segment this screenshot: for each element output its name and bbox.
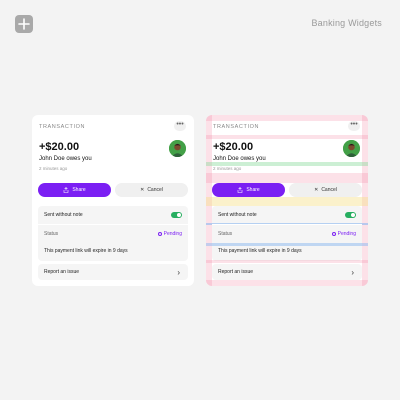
report-label: Report an issue <box>44 269 80 275</box>
report-section: Report an issue › <box>38 264 188 280</box>
status-badge: Pending <box>157 231 182 237</box>
cancel-label: Cancel <box>147 187 163 193</box>
transaction-card: TRANSACTION ••• +$20.00 John Doe owes yo… <box>32 115 194 286</box>
avatar <box>343 140 360 157</box>
card-label: TRANSACTION <box>213 124 260 130</box>
page-title: Banking Widgets <box>311 18 382 28</box>
cancel-label: Cancel <box>321 187 337 193</box>
description: John Doe owes you <box>39 156 92 162</box>
card-header: TRANSACTION ••• <box>38 115 188 139</box>
pending-icon <box>331 232 336 236</box>
report-section: Report an issue › <box>212 264 362 280</box>
report-label: Report an issue <box>218 269 254 275</box>
avatar <box>169 140 186 157</box>
share-icon <box>64 187 69 193</box>
card-label: TRANSACTION <box>39 124 86 130</box>
chevron-right-icon: › <box>351 268 354 277</box>
pending-icon <box>157 232 162 236</box>
transaction-card-overlay: TRANSACTION ••• +$20.00 John Doe owes yo… <box>206 115 368 286</box>
expiry-text: This payment link will expire in 9 days <box>44 248 128 254</box>
share-icon <box>238 187 243 193</box>
note-row: Sent without note <box>212 206 362 225</box>
report-row[interactable]: Report an issue › <box>38 264 188 280</box>
share-label: Share <box>246 187 260 193</box>
cancel-button[interactable]: ✕ Cancel <box>115 183 188 197</box>
status-badge: Pending <box>331 231 356 237</box>
overlay-padding-bottom <box>206 280 368 286</box>
status-row: Status Pending This payment link will ex… <box>212 225 362 261</box>
more-options-button[interactable]: ••• <box>348 121 360 131</box>
card-header: TRANSACTION ••• <box>212 115 362 139</box>
description: John Doe owes you <box>213 156 266 162</box>
share-button[interactable]: Share <box>38 183 111 197</box>
person-avatar-icon <box>169 140 186 157</box>
report-row[interactable]: Report an issue › <box>212 264 362 280</box>
person-avatar-icon <box>343 140 360 157</box>
action-buttons: Share ✕ Cancel <box>38 183 188 197</box>
note-toggle[interactable] <box>171 212 182 218</box>
details-section: Sent without note Status Pending This pa… <box>212 206 362 261</box>
amount: +$20.00 <box>213 141 254 153</box>
close-icon: ✕ <box>140 187 145 193</box>
status-label: Status <box>44 231 59 237</box>
plus-sparkle-icon <box>18 18 30 30</box>
share-button[interactable]: Share <box>212 183 285 197</box>
amount: +$20.00 <box>39 141 80 153</box>
status-label: Status <box>218 231 233 237</box>
status-value: Pending <box>337 231 356 237</box>
note-label: Sent without note <box>218 212 257 218</box>
amount-section: +$20.00 John Doe owes you 2 minutes ago <box>212 139 362 183</box>
share-label: Share <box>72 187 86 193</box>
overlay-padding-right <box>362 115 368 286</box>
status-value: Pending <box>163 231 182 237</box>
close-icon: ✕ <box>314 187 319 193</box>
amount-section: +$20.00 John Doe owes you 2 minutes ago <box>38 139 188 183</box>
app-logo <box>15 15 33 33</box>
chevron-right-icon: › <box>177 268 180 277</box>
cancel-button[interactable]: ✕ Cancel <box>289 183 362 197</box>
timestamp: 2 minutes ago <box>213 166 242 171</box>
action-buttons: Share ✕ Cancel <box>212 183 362 197</box>
overlay-gap-actions <box>206 197 368 206</box>
more-options-button[interactable]: ••• <box>174 121 186 131</box>
expiry-text: This payment link will expire in 9 days <box>218 248 302 254</box>
note-label: Sent without note <box>44 212 83 218</box>
status-row: Status Pending This payment link will ex… <box>38 225 188 261</box>
note-row: Sent without note <box>38 206 188 225</box>
timestamp: 2 minutes ago <box>39 166 68 171</box>
details-section: Sent without note Status Pending This pa… <box>38 206 188 261</box>
note-toggle[interactable] <box>345 212 356 218</box>
